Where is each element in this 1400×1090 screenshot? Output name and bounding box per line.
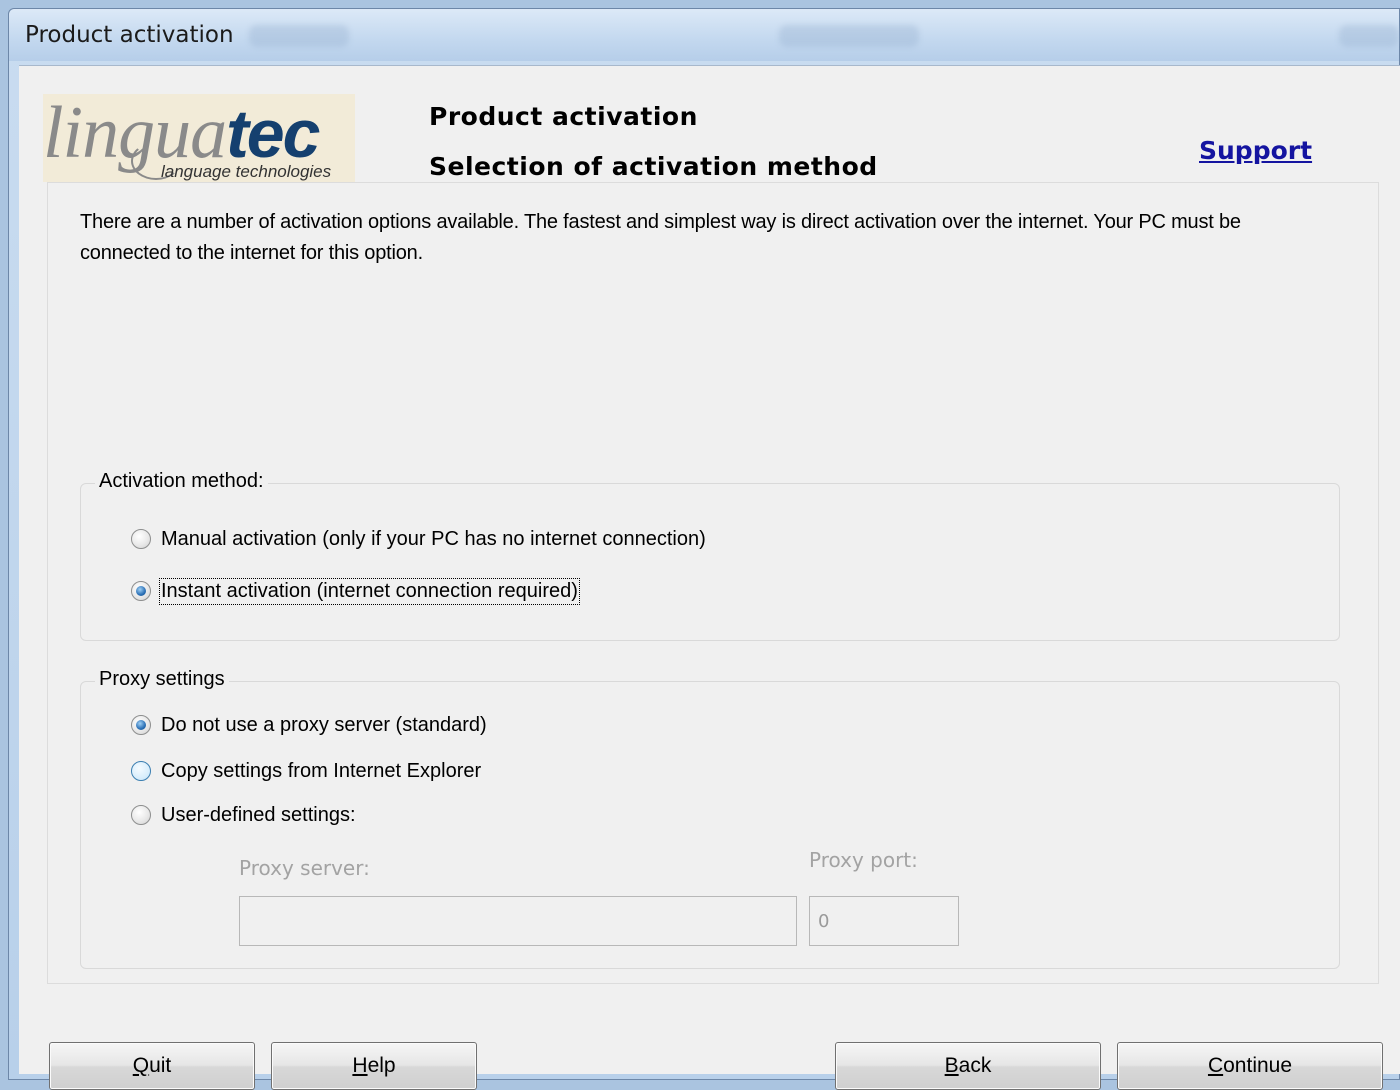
title-bar-blur [1339, 25, 1399, 47]
radio-label: Manual activation (only if your PC has n… [161, 527, 706, 550]
radio-instant-activation[interactable]: Instant activation (internet connection … [131, 576, 580, 606]
radio-button-icon[interactable] [131, 761, 151, 781]
intro-text: There are a number of activation options… [80, 211, 1241, 264]
proxy-settings-legend: Proxy settings [95, 668, 229, 691]
continue-button-label: ontinue [1223, 1054, 1293, 1077]
radio-button-icon[interactable] [131, 805, 151, 825]
back-button[interactable]: Back [835, 1042, 1101, 1090]
support-link[interactable]: Support [1199, 136, 1312, 165]
page-subtitle: Selection of activation method [429, 152, 878, 181]
page-title: Product activation [429, 102, 698, 131]
dialog-client-area: linguatec language technologies Product … [19, 65, 1400, 1090]
activation-method-group: Activation method: Manual activation (on… [80, 470, 1340, 641]
quit-button-label: uit [149, 1054, 172, 1077]
proxy-port-input[interactable]: 0 [809, 896, 959, 946]
help-button-mnemonic: H [352, 1054, 368, 1077]
radio-label: Instant activation (internet connection … [159, 577, 580, 605]
help-button[interactable]: Help [271, 1042, 477, 1090]
title-bar-blur [249, 25, 349, 47]
product-activation-window: Product activation linguatec language te… [8, 8, 1400, 1090]
radio-copy-ie-settings[interactable]: Copy settings from Internet Explorer [131, 756, 481, 786]
linguatec-logo: linguatec language technologies [43, 94, 355, 182]
proxy-settings-group: Proxy settings Do not use a proxy server… [80, 668, 1340, 969]
radio-label: Copy settings from Internet Explorer [161, 759, 482, 782]
quit-button[interactable]: Quit [49, 1042, 255, 1090]
radio-manual-activation[interactable]: Manual activation (only if your PC has n… [131, 524, 706, 554]
help-button-label: elp [367, 1054, 396, 1077]
radio-button-icon[interactable] [131, 529, 151, 549]
title-bar-blur [779, 25, 919, 47]
quit-button-mnemonic: Q [132, 1054, 150, 1077]
radio-button-selected-icon[interactable] [131, 715, 151, 735]
continue-button[interactable]: Continue [1117, 1042, 1383, 1090]
back-button-mnemonic: B [944, 1054, 959, 1077]
continue-button-mnemonic: C [1207, 1054, 1224, 1077]
proxy-server-input[interactable] [239, 896, 797, 946]
radio-button-selected-icon[interactable] [131, 581, 151, 601]
radio-user-defined[interactable]: User-defined settings: [131, 800, 356, 830]
logo-tagline: language technologies [161, 162, 332, 181]
proxy-server-label: Proxy server: [239, 856, 370, 880]
content-panel: There are a number of activation options… [47, 182, 1379, 984]
activation-method-legend: Activation method: [95, 470, 268, 493]
title-bar[interactable]: Product activation [9, 9, 1399, 61]
radio-label: User-defined settings: [161, 803, 356, 826]
proxy-port-label: Proxy port: [809, 848, 918, 872]
window-title: Product activation [25, 22, 234, 48]
radio-label: Do not use a proxy server (standard) [161, 713, 487, 736]
back-button-label: ack [958, 1054, 992, 1077]
radio-no-proxy[interactable]: Do not use a proxy server (standard) [131, 710, 487, 740]
